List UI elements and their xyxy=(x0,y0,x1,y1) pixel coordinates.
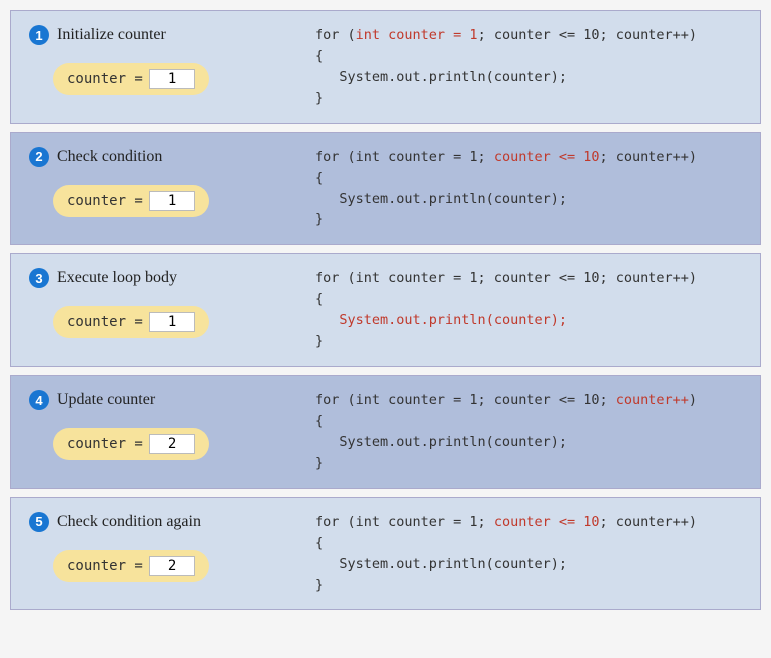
step-2: 2 Check condition counter = 1 for (int count… xyxy=(10,132,761,246)
step-header: 1 Initialize counter xyxy=(29,25,291,45)
code-text: ) xyxy=(689,392,697,408)
counter-label: counter = xyxy=(67,71,143,87)
step-header: 4 Update counter xyxy=(29,390,291,410)
step-header: 3 Execute loop body xyxy=(29,268,291,288)
code-text: { xyxy=(315,535,323,551)
code-text: } xyxy=(315,211,323,227)
code-text: ; counter <= 10; counter++) xyxy=(478,27,697,43)
code-text: System.out.println(counter); xyxy=(315,191,567,207)
step-4: 4 Update counter counter = 2 for (int counte… xyxy=(10,375,761,489)
step-5: 5 Check condition again counter = 2 for (int… xyxy=(10,497,761,611)
step-number-badge: 2 xyxy=(29,147,49,167)
code-highlight: counter++ xyxy=(616,392,689,408)
counter-value: 2 xyxy=(149,556,195,576)
counter-chip: counter = 1 xyxy=(53,306,209,338)
step-left-panel: 5 Check condition again counter = 2 xyxy=(11,498,301,610)
code-text: { xyxy=(315,413,323,429)
step-header: 2 Check condition xyxy=(29,147,291,167)
code-text: for (int counter = 1; xyxy=(315,514,494,530)
step-number-badge: 4 xyxy=(29,390,49,410)
step-title: Check condition again xyxy=(57,513,201,531)
code-text: } xyxy=(315,577,323,593)
step-left-panel: 4 Update counter counter = 2 xyxy=(11,376,301,488)
code-text: System.out.println(counter); xyxy=(315,69,567,85)
code-block: for (int counter = 1; counter <= 10; cou… xyxy=(315,512,750,596)
code-block: for (int counter = 1; counter <= 10; cou… xyxy=(315,147,750,231)
code-text: } xyxy=(315,455,323,471)
code-block: for (int counter = 1; counter <= 10; cou… xyxy=(315,268,750,352)
step-code-panel: for (int counter = 1; counter <= 10; cou… xyxy=(301,133,760,245)
counter-value: 2 xyxy=(149,434,195,454)
step-code-panel: for (int counter = 1; counter <= 10; cou… xyxy=(301,376,760,488)
code-text: System.out.println(counter); xyxy=(315,556,567,572)
code-text: ; counter++) xyxy=(599,514,697,530)
counter-value: 1 xyxy=(149,69,195,89)
step-left-panel: 3 Execute loop body counter = 1 xyxy=(11,254,301,366)
step-title: Execute loop body xyxy=(57,269,177,287)
counter-value: 1 xyxy=(149,312,195,332)
counter-chip: counter = 1 xyxy=(53,63,209,95)
step-left-panel: 2 Check condition counter = 1 xyxy=(11,133,301,245)
code-text: for ( xyxy=(315,27,356,43)
code-block: for (int counter = 1; counter <= 10; cou… xyxy=(315,390,750,474)
step-1: 1 Initialize counter counter = 1 for (int co… xyxy=(10,10,761,124)
code-text: } xyxy=(315,90,323,106)
step-number-badge: 3 xyxy=(29,268,49,288)
step-header: 5 Check condition again xyxy=(29,512,291,532)
counter-label: counter = xyxy=(67,558,143,574)
code-highlight: counter <= 10 xyxy=(494,149,600,165)
code-text: } xyxy=(315,333,323,349)
code-text: for (int counter = 1; xyxy=(315,149,494,165)
code-text: for (int counter = 1; counter <= 10; xyxy=(315,392,616,408)
step-number-badge: 5 xyxy=(29,512,49,532)
step-number-badge: 1 xyxy=(29,25,49,45)
counter-label: counter = xyxy=(67,314,143,330)
step-title: Check condition xyxy=(57,148,162,166)
counter-chip: counter = 2 xyxy=(53,550,209,582)
code-text: System.out.println(counter); xyxy=(315,434,567,450)
code-highlight: System.out.println(counter); xyxy=(339,312,567,328)
code-text: for (int counter = 1; counter <= 10; cou… xyxy=(315,270,697,286)
code-text: ; counter++) xyxy=(599,149,697,165)
code-text xyxy=(315,312,339,328)
counter-chip: counter = 2 xyxy=(53,428,209,460)
step-3: 3 Execute loop body counter = 1 for (int cou… xyxy=(10,253,761,367)
code-block: for (int counter = 1; counter <= 10; cou… xyxy=(315,25,750,109)
code-highlight: counter <= 10 xyxy=(494,514,600,530)
step-left-panel: 1 Initialize counter counter = 1 xyxy=(11,11,301,123)
step-code-panel: for (int counter = 1; counter <= 10; cou… xyxy=(301,254,760,366)
step-code-panel: for (int counter = 1; counter <= 10; cou… xyxy=(301,498,760,610)
counter-label: counter = xyxy=(67,193,143,209)
code-text: { xyxy=(315,170,323,186)
code-text: { xyxy=(315,48,323,64)
step-code-panel: for (int counter = 1; counter <= 10; cou… xyxy=(301,11,760,123)
step-title: Initialize counter xyxy=(57,26,166,44)
code-highlight: int counter = 1 xyxy=(356,27,478,43)
step-title: Update counter xyxy=(57,391,155,409)
counter-label: counter = xyxy=(67,436,143,452)
code-text: { xyxy=(315,291,323,307)
counter-chip: counter = 1 xyxy=(53,185,209,217)
counter-value: 1 xyxy=(149,191,195,211)
